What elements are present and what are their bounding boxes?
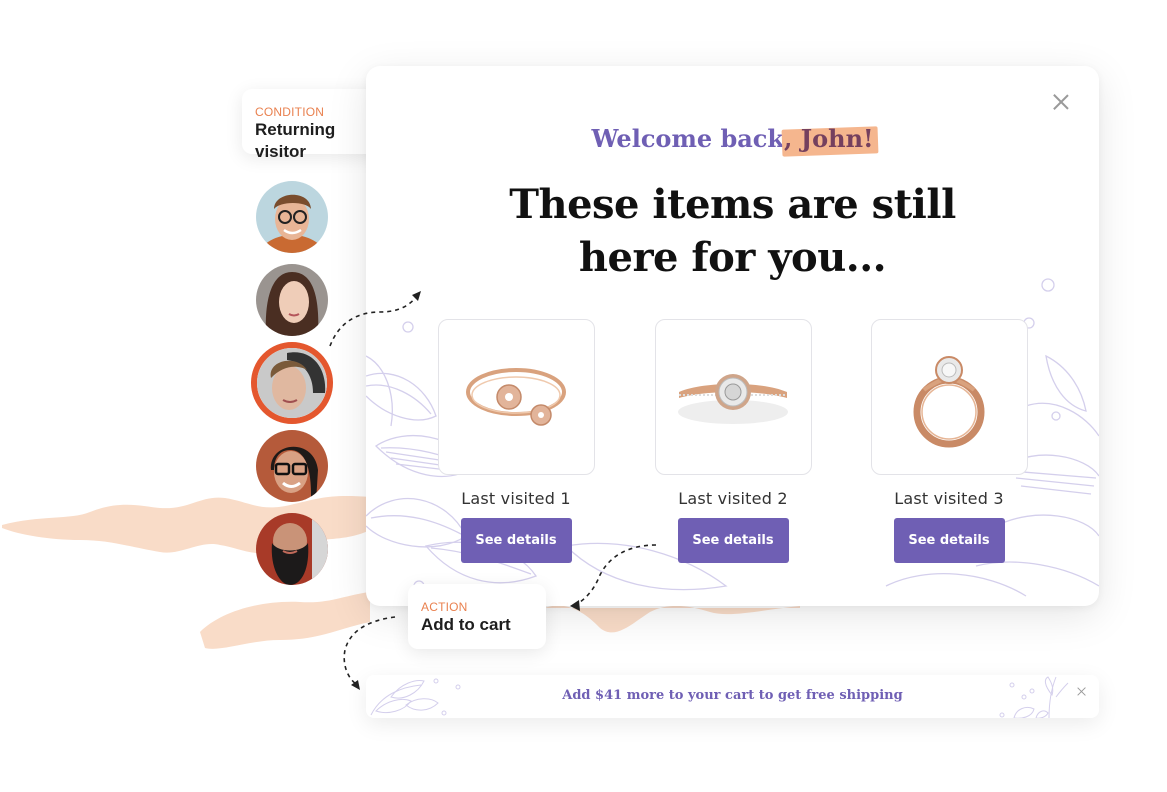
product-label-1: Last visited 1 [461, 489, 571, 508]
see-details-button-3[interactable]: See details [893, 518, 1005, 563]
action-card[interactable]: ACTION Add to cart [408, 584, 546, 649]
product-card-1: Last visited 1 See details [436, 319, 596, 563]
see-details-button-1[interactable]: See details [460, 518, 572, 563]
free-shipping-banner: Add $41 more to your cart to get free sh… [366, 675, 1099, 718]
banner-close-button[interactable] [1076, 686, 1087, 697]
avatar-woman-glasses[interactable] [256, 430, 328, 502]
arrow-action-to-banner [343, 616, 396, 685]
welcome-name-highlight: , John! [784, 124, 874, 153]
action-kicker: ACTION [421, 600, 468, 614]
welcome-heading: Welcome back, John! [366, 124, 1099, 153]
person-photo-icon [257, 348, 327, 418]
avatar-young-man-glasses[interactable] [256, 181, 328, 253]
person-photo-icon [256, 181, 328, 253]
avatar-bearded-man[interactable] [256, 513, 328, 585]
popup-close-button[interactable] [1051, 92, 1071, 112]
halo-diamond-ring-icon [678, 374, 788, 424]
see-details-button-2[interactable]: See details [677, 518, 789, 563]
person-photo-icon [256, 430, 328, 502]
product-card-3: Last visited 3 See details [869, 319, 1029, 563]
product-image-3[interactable] [870, 319, 1028, 475]
returning-visitor-popup: Welcome back, John! These items are stil… [366, 66, 1099, 606]
product-card-2: Last visited 2 See details [653, 319, 813, 563]
headline-line-2: here for you... [578, 234, 887, 281]
product-image-2[interactable] [654, 319, 812, 475]
welcome-name: , John! [784, 124, 874, 153]
person-photo-icon [256, 264, 328, 336]
popup-headline: These items are still here for you... [366, 178, 1099, 284]
bangle-bracelet-icon [466, 368, 566, 426]
product-label-2: Last visited 2 [678, 489, 788, 508]
headline-line-1: These items are still [509, 181, 956, 228]
welcome-prefix: Welcome back [591, 124, 785, 153]
product-image-1[interactable] [437, 319, 595, 475]
arrowhead-icon [351, 680, 360, 690]
solitaire-ring-icon [913, 356, 985, 448]
free-shipping-text: Add $41 more to your cart to get free sh… [562, 688, 903, 703]
action-title: Add to cart [421, 615, 511, 634]
person-photo-icon [256, 513, 328, 585]
avatar-young-woman[interactable] [256, 264, 328, 336]
product-label-3: Last visited 3 [894, 489, 1004, 508]
avatar-young-man-hat-selected[interactable] [251, 342, 333, 424]
